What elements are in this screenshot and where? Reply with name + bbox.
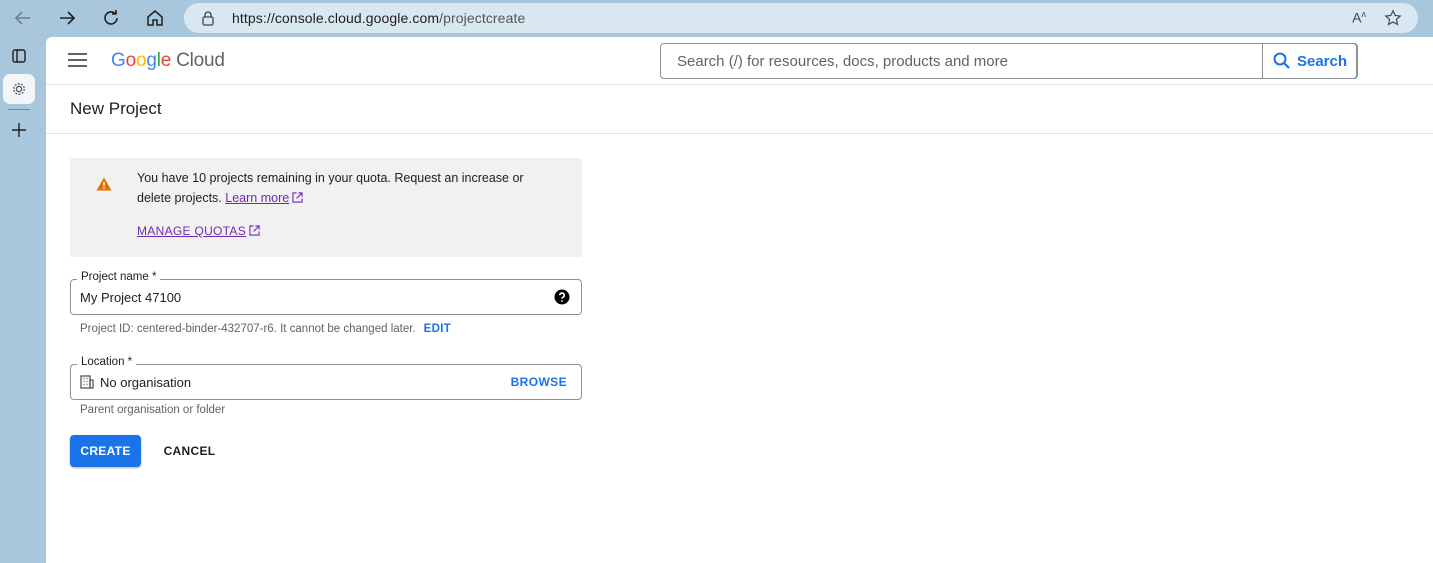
logo-letter: g: [146, 50, 157, 71]
project-id-text: Project ID: centered-binder-432707-r6. I…: [80, 323, 416, 335]
gear-icon: [13, 83, 25, 95]
favorite-star-icon[interactable]: [1384, 9, 1402, 27]
search-icon: [1273, 52, 1290, 69]
quota-message-text: You have 10 projects remaining in your q…: [137, 171, 524, 205]
browser-toolbar: https://console.cloud.google.com/project…: [0, 0, 1433, 37]
google-cloud-logo[interactable]: Google Cloud: [111, 50, 225, 72]
cloud-console-header: Google Cloud Search (/) for resources, do…: [46, 37, 1433, 85]
page-title: New Project: [70, 99, 162, 118]
location-value: No organisation: [100, 375, 192, 390]
url-path: /projectcreate: [439, 10, 526, 26]
tab-actions-icon[interactable]: [8, 45, 30, 67]
url-host: https://console.cloud.google.com: [232, 10, 440, 26]
search-button-label: Search: [1296, 52, 1348, 70]
logo-letter: G: [111, 50, 126, 71]
quota-banner: You have 10 projects remaining in your q…: [70, 158, 582, 257]
browse-button[interactable]: BROWSE: [511, 375, 567, 389]
browser-side-rail: [0, 37, 46, 563]
rail-divider: [8, 109, 30, 110]
reload-button[interactable]: [96, 4, 126, 32]
home-icon: [147, 10, 163, 26]
help-icon[interactable]: [554, 289, 570, 305]
location-hint: Parent organisation or folder: [80, 404, 226, 416]
address-bar[interactable]: https://console.cloud.google.com/project…: [184, 3, 1418, 33]
active-tab-favicon[interactable]: [3, 74, 35, 104]
url-text: https://console.cloud.google.com/project…: [232, 10, 525, 26]
create-button[interactable]: CREATE: [70, 435, 141, 467]
manage-quotas-link[interactable]: MANAGE QUOTAS: [137, 224, 260, 238]
page-title-bar: New Project: [46, 86, 1433, 134]
logo-letter: e: [160, 50, 172, 71]
logo-google-wordmark: Google: [111, 50, 171, 71]
read-aloud-icon[interactable]: Aʌ: [1352, 9, 1366, 26]
search-input[interactable]: Search (/) for resources, docs, products…: [660, 43, 1358, 79]
back-arrow-icon: [14, 11, 30, 25]
building-icon: [80, 375, 94, 389]
reload-icon: [104, 10, 118, 25]
forward-button[interactable]: [52, 4, 82, 32]
warning-icon: [96, 177, 112, 191]
external-link-icon: [292, 192, 303, 203]
new-tab-button[interactable]: [8, 119, 30, 141]
forward-arrow-icon: [60, 11, 76, 25]
quota-message: You have 10 projects remaining in your q…: [137, 168, 557, 208]
lock-icon: [202, 11, 214, 26]
manage-quotas-label: MANAGE QUOTAS: [137, 224, 247, 238]
logo-letter: o: [135, 50, 147, 71]
page-content: Google Cloud Search (/) for resources, do…: [46, 37, 1433, 563]
project-name-label: Project name *: [77, 271, 161, 283]
logo-letter: o: [125, 50, 137, 71]
learn-more-label: Learn more: [225, 191, 290, 205]
menu-icon[interactable]: [68, 53, 88, 69]
search-button[interactable]: Search: [1262, 43, 1357, 79]
back-button[interactable]: [8, 4, 38, 32]
external-link-icon: [249, 225, 260, 236]
location-field[interactable]: Location * No organisation BROWSE: [70, 356, 582, 400]
project-id-hint: Project ID: centered-binder-432707-r6. I…: [80, 323, 451, 335]
project-name-value[interactable]: My Project 47100: [80, 290, 181, 305]
search-placeholder: Search (/) for resources, docs, products…: [677, 53, 1008, 70]
cancel-button[interactable]: CANCEL: [153, 435, 226, 467]
project-name-field[interactable]: Project name * My Project 47100: [70, 271, 582, 315]
logo-product: Cloud: [176, 50, 225, 71]
location-label: Location *: [77, 356, 137, 368]
home-button[interactable]: [140, 4, 170, 32]
learn-more-link[interactable]: Learn more: [225, 191, 289, 205]
edit-project-id-button[interactable]: EDIT: [424, 323, 451, 335]
plus-icon: [12, 123, 26, 137]
